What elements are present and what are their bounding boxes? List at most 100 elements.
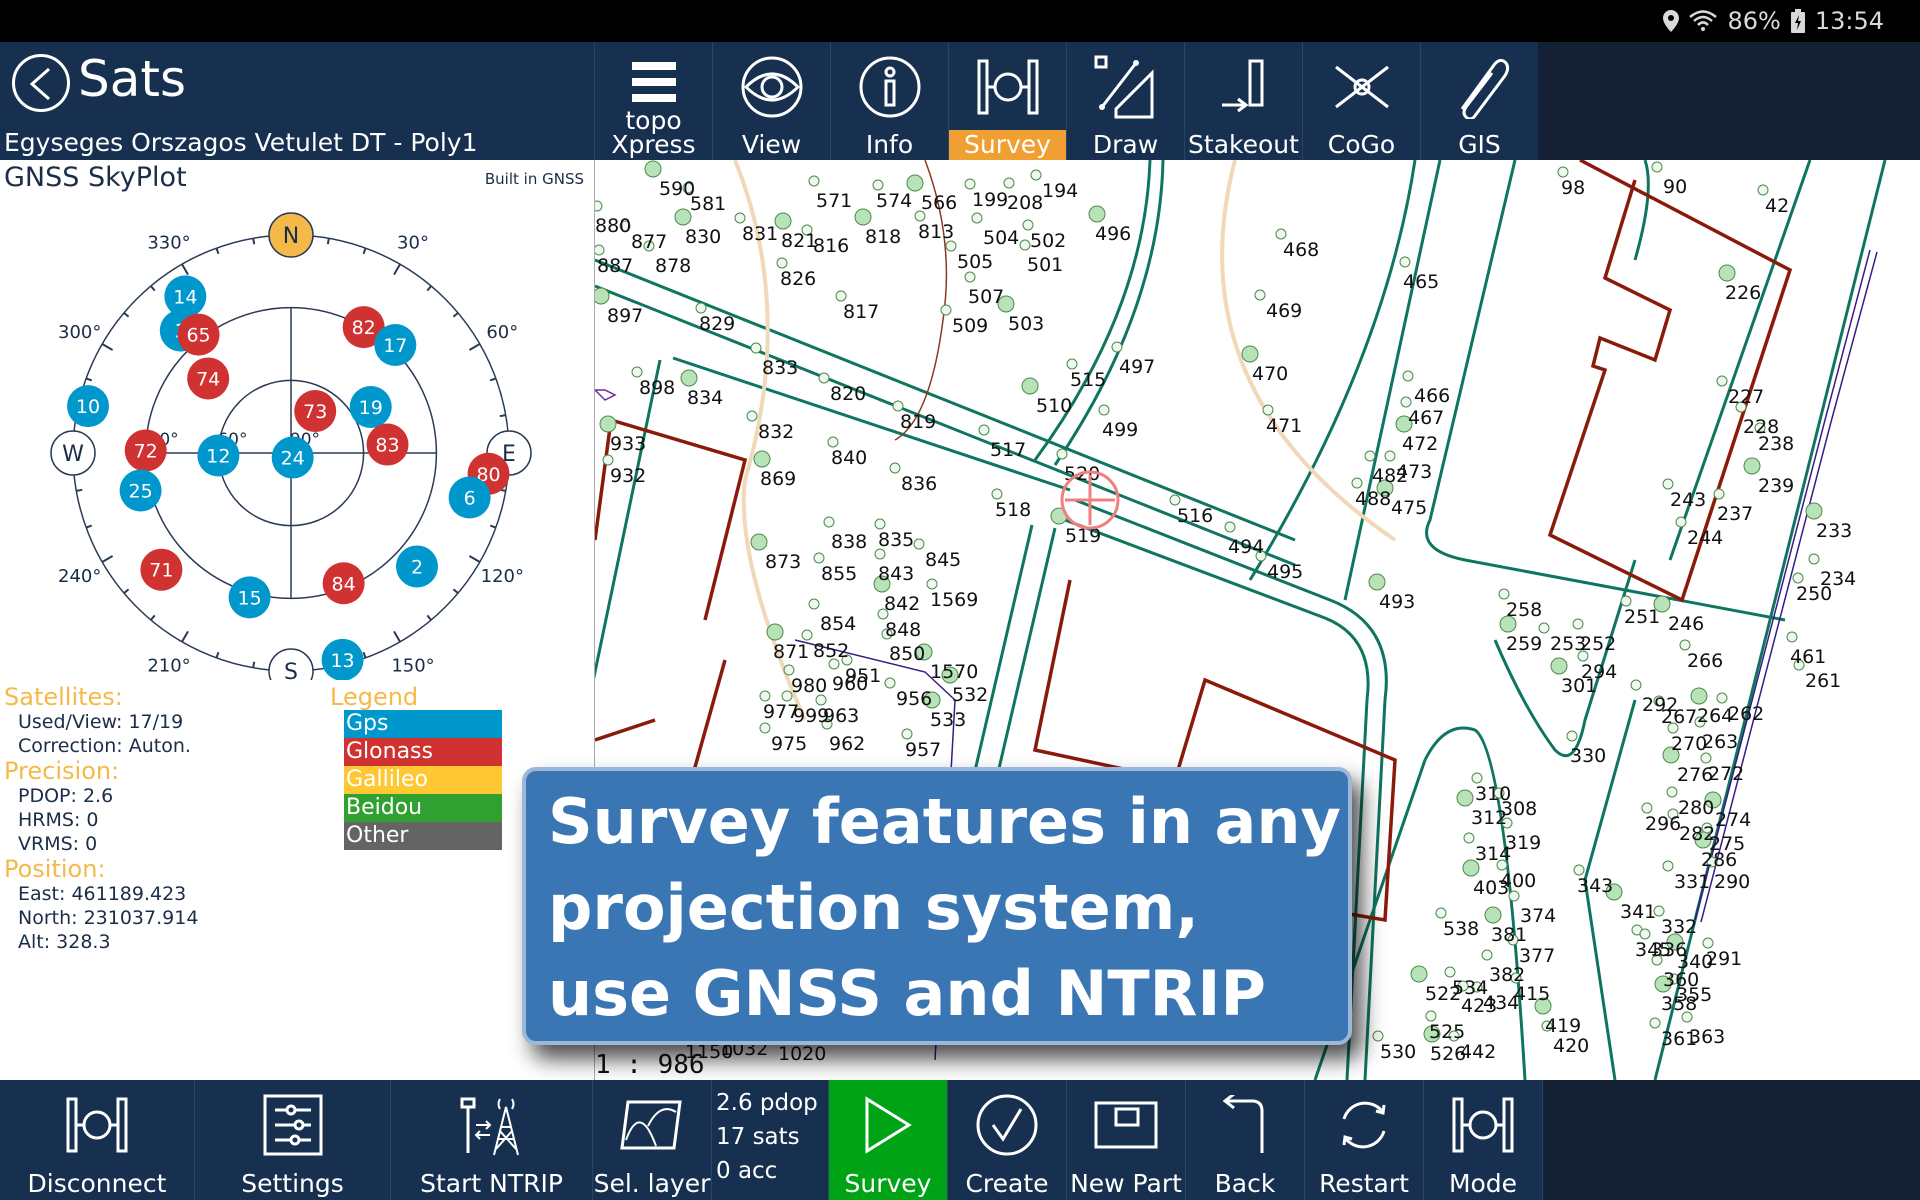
tree-point[interactable] [884,677,896,689]
tool-cogo[interactable]: CoGo [1302,42,1420,160]
tree-point[interactable] [940,304,952,316]
tool-gis[interactable]: GIS [1420,42,1538,160]
tree-point[interactable] [1241,345,1259,363]
tree-point[interactable] [680,369,698,387]
tree-point[interactable] [776,257,788,269]
tree-point[interactable] [595,287,610,305]
satellite-17[interactable]: 17 [374,323,417,366]
tool-topoxpress[interactable]: topo Xpress [594,42,712,160]
tree-point[interactable] [1557,166,1569,178]
tree-point[interactable] [746,410,758,422]
tree-point[interactable] [827,436,839,448]
tree-point[interactable] [1662,860,1674,872]
satellite-25[interactable]: 25 [119,469,162,512]
tree-point[interactable] [1111,341,1123,353]
tree-point[interactable] [1224,521,1236,533]
new-part-button[interactable]: New Part [1067,1080,1186,1200]
tool-survey[interactable]: Survey [948,42,1066,160]
satellite-15[interactable]: 15 [228,576,271,619]
tool-stakeout[interactable]: Stakeout [1184,42,1302,160]
tree-point[interactable] [750,533,768,551]
tree-point[interactable] [892,400,904,412]
tree-point[interactable] [1481,949,1493,961]
tree-point[interactable] [808,598,820,610]
satellite-6[interactable]: 6 [448,476,491,519]
tree-point[interactable] [1675,516,1687,528]
tree-point[interactable] [1757,184,1769,196]
tree-point[interactable] [1573,864,1585,876]
tree-point[interactable] [808,175,820,187]
tool-view[interactable]: View [712,42,830,160]
tree-point[interactable] [1400,396,1412,408]
tree-point[interactable] [971,212,983,224]
mode-button[interactable]: Mode [1424,1080,1543,1200]
tree-point[interactable] [1805,502,1823,520]
tree-point[interactable] [818,372,830,384]
back-step-button[interactable]: Back [1186,1080,1305,1200]
tree-point[interactable] [1808,553,1820,565]
tree-point[interactable] [1484,906,1502,924]
tree-point[interactable] [813,552,825,564]
tree-point[interactable] [1702,937,1714,949]
tool-draw[interactable]: Draw [1066,42,1184,160]
tree-point[interactable] [835,290,847,302]
tree-point[interactable] [1716,375,1728,387]
tree-point[interactable] [926,578,938,590]
tree-point[interactable] [1716,692,1728,704]
tree-point[interactable] [1651,161,1663,173]
tree-point[interactable] [674,208,692,226]
tree-point[interactable] [978,424,990,436]
tree-point[interactable] [1088,205,1106,223]
tree-point[interactable] [1566,730,1578,742]
tree-point[interactable] [1471,772,1483,784]
tree-point[interactable] [1690,687,1708,705]
select-layer-button[interactable]: Sel. layer [593,1080,712,1200]
tree-point[interactable] [1425,1010,1437,1022]
tree-point[interactable] [1410,965,1428,983]
start-ntrip-button[interactable]: Start NTRIP [391,1080,593,1200]
tree-point[interactable] [1435,907,1447,919]
tree-point[interactable] [1666,786,1678,798]
satellite-12[interactable]: 12 [197,434,240,477]
create-button[interactable]: Create [948,1080,1067,1200]
tree-point[interactable] [1019,239,1031,251]
disconnect-button[interactable]: Disconnect [0,1080,195,1200]
restart-button[interactable]: Restart [1305,1080,1424,1200]
tree-point[interactable] [766,623,784,641]
tree-point[interactable] [1538,622,1550,634]
tree-point[interactable] [1498,588,1510,600]
tree-point[interactable] [759,722,771,734]
tree-point[interactable] [801,629,813,641]
tree-point[interactable] [734,212,746,224]
tree-point[interactable] [823,516,835,528]
tree-point[interactable] [1679,639,1691,651]
tree-point[interactable] [1351,477,1363,489]
tree-point[interactable] [1743,457,1761,475]
satellite-84[interactable]: 84 [322,562,365,605]
tree-point[interactable] [750,342,762,354]
tree-point[interactable] [1275,228,1287,240]
tree-point[interactable] [1262,404,1274,416]
tree-point[interactable] [759,690,771,702]
tree-point[interactable] [1572,618,1584,630]
satellite-73[interactable]: 73 [294,390,337,433]
tree-point[interactable] [1169,494,1181,506]
satellite-2[interactable]: 2 [396,545,439,588]
tree-point[interactable] [695,302,707,314]
tree-point[interactable] [1368,573,1386,591]
tree-point[interactable] [913,538,925,550]
tree-point[interactable] [1649,1017,1661,1029]
tree-point[interactable] [1021,377,1039,395]
tree-point[interactable] [1456,789,1474,807]
tree-point[interactable] [889,462,901,474]
tree-point[interactable] [1550,657,1568,675]
tree-point[interactable] [1792,572,1804,584]
tree-point[interactable] [1641,802,1653,814]
tree-point[interactable] [602,454,614,466]
tree-point[interactable] [1639,928,1651,940]
tree-point[interactable] [1384,450,1396,462]
back-button[interactable] [12,54,70,112]
gnss-source[interactable]: Built in GNSS [485,170,584,188]
tree-point[interactable] [964,271,976,283]
settings-button[interactable]: Settings [195,1080,391,1200]
